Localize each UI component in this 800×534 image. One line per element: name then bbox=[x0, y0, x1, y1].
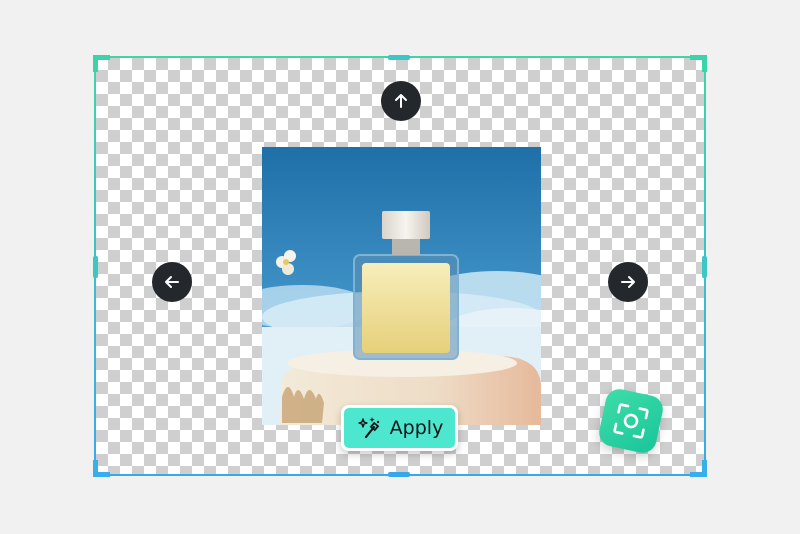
corner-handle-bottom-right[interactable] bbox=[690, 460, 707, 477]
product-image bbox=[262, 147, 541, 425]
edge-handle-right[interactable] bbox=[702, 256, 707, 278]
expand-left-button[interactable] bbox=[152, 262, 192, 302]
corner-handle-bottom-left[interactable] bbox=[93, 460, 110, 477]
arrow-right-icon bbox=[621, 276, 635, 288]
expand-up-button[interactable] bbox=[381, 81, 421, 121]
magic-wand-icon bbox=[357, 417, 379, 439]
scan-button[interactable] bbox=[596, 386, 666, 456]
scan-focus-icon bbox=[613, 403, 649, 439]
edge-handle-left[interactable] bbox=[93, 256, 98, 278]
expand-right-button[interactable] bbox=[608, 262, 648, 302]
apply-button-label: Apply bbox=[389, 417, 444, 439]
edge-handle-bottom[interactable] bbox=[388, 472, 410, 477]
edge-handle-top[interactable] bbox=[388, 55, 410, 60]
arrow-up-icon bbox=[395, 94, 407, 108]
perfume-photo bbox=[262, 147, 541, 425]
corner-handle-top-left[interactable] bbox=[93, 55, 110, 72]
corner-handle-top-right[interactable] bbox=[690, 55, 707, 72]
arrow-left-icon bbox=[165, 276, 179, 288]
apply-button[interactable]: Apply bbox=[341, 405, 458, 451]
